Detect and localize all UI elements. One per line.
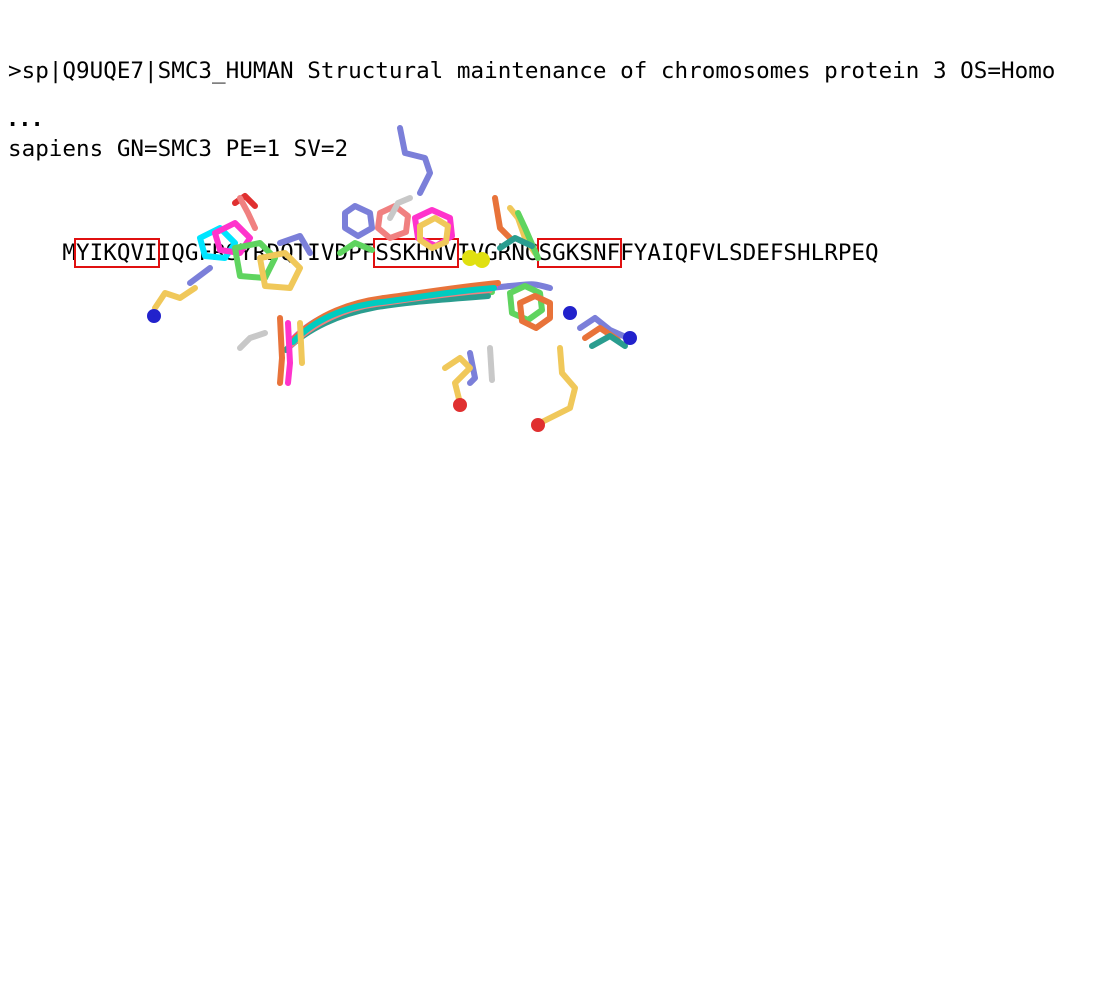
header-line-1: >sp|Q9UQE7|SMC3_HUMAN Structural mainten… xyxy=(8,58,1056,84)
sequence-segment: M xyxy=(62,240,77,266)
ellipsis: ... xyxy=(6,107,44,132)
sequence-segment: FYAIQFVLSDEFSHLRPEQ xyxy=(620,240,879,266)
protein-structure-image xyxy=(147,125,637,432)
